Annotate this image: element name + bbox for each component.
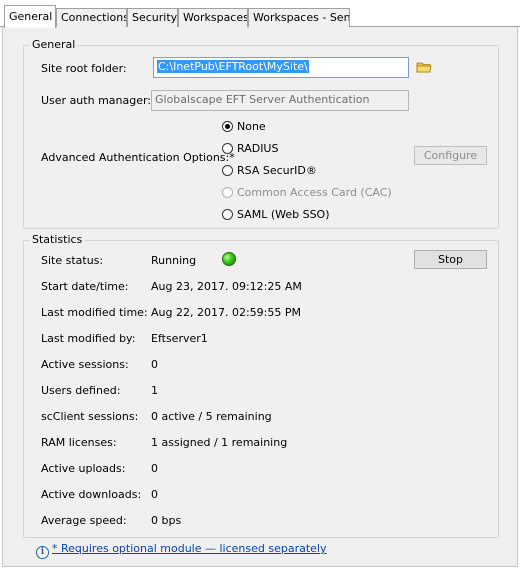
tab-panel-general: General Site root folder: C:\InetPub\EFT…	[2, 27, 518, 567]
general-group: General Site root folder: C:\InetPub\EFT…	[23, 38, 499, 229]
stat-value-active-sessions: 0	[151, 358, 158, 371]
auth-option-cac-label: Common Access Card (CAC)	[237, 186, 392, 199]
folder-icon[interactable]	[416, 61, 432, 73]
radio-none[interactable]	[222, 121, 233, 132]
radio-cac	[222, 187, 233, 198]
auth-option-none[interactable]: None	[222, 120, 266, 136]
stat-label-active-downloads: Active downloads:	[41, 488, 142, 501]
optional-module-link[interactable]: * Requires optional module — licensed se…	[52, 542, 327, 555]
auth-option-radius[interactable]: RADIUS	[222, 142, 278, 158]
tab-security[interactable]: Security	[127, 8, 178, 27]
stat-value-last-modified-time: Aug 22, 2017. 02:59:55 PM	[151, 306, 301, 319]
stat-value-active-downloads: 0	[151, 488, 158, 501]
statistics-group-title: Statistics	[30, 233, 85, 246]
stat-value-scclient: 0 active / 5 remaining	[151, 410, 272, 423]
auth-option-cac: Common Access Card (CAC)	[222, 186, 392, 202]
stop-button[interactable]: Stop	[414, 250, 487, 269]
stat-value-users-defined: 1	[151, 384, 158, 397]
stat-label-average-speed: Average speed:	[41, 514, 127, 527]
statistics-group: Statistics Site status: Running Stop Sta…	[23, 233, 499, 538]
stat-label-users-defined: Users defined:	[41, 384, 121, 397]
radio-saml[interactable]	[222, 209, 233, 220]
configure-button: Configure	[414, 146, 487, 165]
stat-value-site-status: Running	[151, 254, 197, 267]
tab-connections[interactable]: Connections	[56, 8, 127, 27]
radio-radius[interactable]	[222, 143, 233, 154]
general-group-title: General	[30, 38, 78, 51]
auth-option-radius-label: RADIUS	[237, 142, 279, 155]
auth-option-saml-label: SAML (Web SSO)	[237, 208, 330, 221]
site-root-input[interactable]: C:\InetPub\EFTRoot\MySite\	[153, 57, 409, 78]
auth-option-none-label: None	[237, 120, 266, 133]
auth-option-saml[interactable]: SAML (Web SSO)	[222, 208, 330, 224]
stat-label-active-sessions: Active sessions:	[41, 358, 129, 371]
user-auth-label: User auth manager:	[41, 94, 152, 107]
stat-label-start: Start date/time:	[41, 280, 129, 293]
user-auth-field: Globalscape EFT Server Authentication	[151, 90, 409, 111]
site-root-label: Site root folder:	[41, 62, 127, 75]
stat-label-site-status: Site status:	[41, 254, 104, 267]
radio-rsa[interactable]	[222, 165, 233, 176]
user-auth-value: Globalscape EFT Server Authentication	[155, 93, 370, 106]
stat-label-scclient: scClient sessions:	[41, 410, 139, 423]
adv-auth-label: Advanced Authentication Options:*	[41, 151, 235, 164]
stat-value-ram-licenses: 1 assigned / 1 remaining	[151, 436, 288, 449]
auth-option-rsa[interactable]: RSA SecurID®	[222, 164, 317, 180]
stat-label-active-uploads: Active uploads:	[41, 462, 126, 475]
tab-workspaces[interactable]: Workspaces	[178, 8, 248, 27]
optional-module-note[interactable]: i * Requires optional module — licensed s…	[36, 542, 327, 559]
tab-workspaces-send[interactable]: Workspaces - Send	[248, 8, 350, 27]
stat-value-last-modified-by: Eftserver1	[151, 332, 208, 345]
stat-label-last-modified-by: Last modified by:	[41, 332, 136, 345]
status-indicator-icon	[222, 252, 236, 266]
stat-label-last-modified-time: Last modified time:	[41, 306, 148, 319]
stat-value-start: Aug 23, 2017. 09:12:25 AM	[151, 280, 302, 293]
tab-general[interactable]: General	[4, 5, 56, 28]
stat-label-ram-licenses: RAM licenses:	[41, 436, 117, 449]
info-icon: i	[36, 546, 49, 559]
stat-value-average-speed: 0 bps	[151, 514, 182, 527]
stat-value-active-uploads: 0	[151, 462, 158, 475]
tab-strip: General Connections Security Workspaces …	[0, 0, 520, 28]
site-root-value: C:\InetPub\EFTRoot\MySite\	[157, 60, 309, 73]
auth-option-rsa-label: RSA SecurID®	[237, 164, 317, 177]
